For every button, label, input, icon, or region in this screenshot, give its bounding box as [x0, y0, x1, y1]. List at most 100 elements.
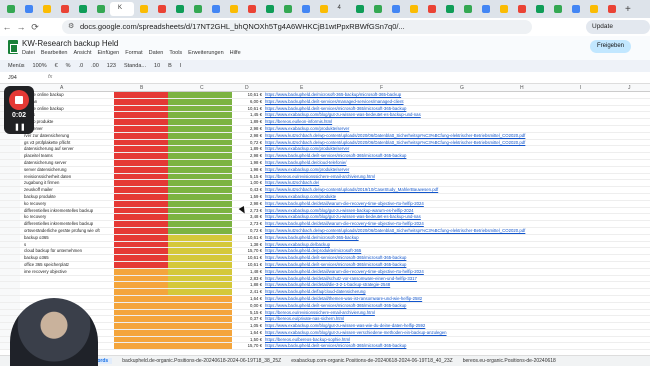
browser-tab[interactable]: [2, 2, 19, 16]
browser-tab[interactable]: [405, 2, 422, 16]
browser-tab[interactable]: [477, 2, 494, 16]
table-row[interactable]: 2,41 € https://www.backupheld.de/faq/clou…: [0, 289, 650, 296]
browser-tab[interactable]: [225, 2, 242, 16]
table-row[interactable]: rver zur datensicherung 2,98 € https://www…: [0, 132, 650, 140]
table-row[interactable]: 0,37 € https://bereos.eu/private-nas-sich…: [0, 316, 650, 324]
decimal-increase-button[interactable]: .00: [91, 63, 99, 69]
browser-tab[interactable]: K: [110, 2, 134, 16]
browser-tab[interactable]: [243, 2, 260, 16]
column-header[interactable]: I: [580, 85, 581, 91]
browser-tab[interactable]: 4: [333, 2, 350, 16]
table-row[interactable]: office 365 speicherplatz 10,61 € https://w…: [0, 261, 650, 269]
table-row[interactable]: ekt server 2,98 €https://www.exabackup.co…: [0, 125, 650, 133]
table-row[interactable]: 1,05 € https://www.exabackup.com/blog/gut…: [0, 323, 650, 330]
table-row[interactable]: ko recovery 2,98 € https://www.backupheld.…: [0, 200, 650, 208]
browser-tab[interactable]: [315, 2, 332, 16]
browser-tab[interactable]: [279, 2, 296, 16]
browser-tab[interactable]: [153, 2, 170, 16]
table-row[interactable]: s 1,38 € https://www.exabackup.de/backup: [0, 241, 650, 249]
column-header[interactable]: B: [140, 85, 143, 91]
table-row[interactable]: ortsveränderliche geräte prüfung wie oft…: [0, 227, 650, 235]
table-row[interactable]: ko recovery 3,48 € https://www.exabackup.c…: [0, 214, 650, 222]
table-row[interactable]: datensicherung server 1,98 € https://www.b…: [0, 159, 650, 167]
share-button[interactable]: Freigeben: [590, 40, 632, 53]
table-row[interactable]: backup o365 10,61 € https://www.backupheld…: [0, 255, 650, 262]
column-header[interactable]: H: [520, 85, 524, 91]
menu-item[interactable]: Datei: [22, 50, 35, 56]
browser-tab[interactable]: [189, 2, 206, 16]
menu-item[interactable]: Einfügen: [98, 50, 120, 56]
cell-reference[interactable]: J94: [8, 75, 17, 81]
table-row[interactable]: revisionssicherheit daten 5,15 € https://b…: [0, 173, 650, 181]
table-row[interactable]: nt man 6,00 €https://www.backupheld.de/it…: [0, 98, 650, 106]
table-row[interactable]: placeitel teams 2,98 € https://www.backuph…: [0, 153, 650, 160]
browser-tab[interactable]: [495, 2, 512, 16]
table-row[interactable]: hange online backup 10,61 € https://www.ba…: [0, 92, 650, 99]
italic-button[interactable]: I: [180, 63, 182, 69]
column-header[interactable]: F: [380, 85, 383, 91]
table-row[interactable]: 1,88 € https://www.backupheld.de/detail/d…: [0, 282, 650, 290]
table-row[interactable]: ackup produkte 1,89 € https://bereos.eu/le…: [0, 119, 650, 126]
currency-button[interactable]: €: [55, 63, 58, 69]
table-row[interactable]: cloud backup für unternehmen 15,70 € https…: [0, 248, 650, 256]
pause-icon[interactable]: ❚❚: [14, 123, 26, 131]
menu-item[interactable]: Hilfe: [230, 50, 241, 56]
sheets-logo-icon[interactable]: [8, 40, 18, 54]
table-row[interactable]: 0,00 € https://www.backupheld.de/it-servi…: [0, 302, 650, 310]
forward-icon[interactable]: →: [14, 22, 28, 32]
table-row[interactable]: 5,15 € https://bereos.eu/revisionssichere…: [0, 309, 650, 317]
table-row[interactable]: datensicherung auf server 1,89 € https://w…: [0, 146, 650, 154]
table-row[interactable]: 2,83 € https://www.backupheld.de/detail/s…: [0, 275, 650, 283]
menu-item[interactable]: Bearbeiten: [41, 50, 68, 56]
browser-tab[interactable]: [387, 2, 404, 16]
site-info-icon[interactable]: ⚙: [68, 20, 74, 34]
browser-tab[interactable]: [261, 2, 278, 16]
table-row[interactable]: differentielles inkrementelles backup 2,7…: [0, 221, 650, 228]
zoom-select[interactable]: 100%: [33, 63, 47, 69]
browser-tab[interactable]: [585, 2, 602, 16]
reload-icon[interactable]: ⟳: [28, 22, 42, 33]
stop-record-icon[interactable]: [9, 90, 29, 110]
column-header[interactable]: D: [245, 85, 249, 91]
table-row[interactable]: differentielles inkrementelles backup 2,7…: [0, 207, 650, 215]
percent-button[interactable]: %: [66, 63, 71, 69]
table-row[interactable]: zugabung it firmen 1,00 € https://www.kutz…: [0, 180, 650, 188]
browser-tab[interactable]: [423, 2, 440, 16]
sheet-tab[interactable]: exabackup.com-organic.Positions-de-20240…: [291, 358, 453, 364]
browser-tab[interactable]: [603, 2, 620, 16]
menu-item[interactable]: Format: [125, 50, 142, 56]
font-select[interactable]: Standa...: [124, 63, 146, 69]
menu-item[interactable]: Daten: [149, 50, 164, 56]
browser-tab[interactable]: [369, 2, 386, 16]
sheet-tab[interactable]: backupheld.de-organic.Positions-de-20240…: [122, 358, 281, 364]
browser-tab[interactable]: [441, 2, 458, 16]
doc-title[interactable]: KW-Research backup Held: [22, 39, 118, 48]
browser-tab[interactable]: [207, 2, 224, 16]
browser-tab[interactable]: [56, 2, 73, 16]
browser-tab[interactable]: [38, 2, 55, 16]
search-menu-button[interactable]: Menüs: [8, 63, 25, 69]
table-row[interactable]: backup o365 10,61 € https://www.backupheld…: [0, 234, 650, 242]
number-format-button[interactable]: 123: [107, 63, 116, 69]
table-row[interactable]: hange online backup 10,61 € https://www.ba…: [0, 105, 650, 113]
browser-tab[interactable]: [531, 2, 548, 16]
browser-tab[interactable]: [92, 2, 109, 16]
bold-button[interactable]: B: [168, 63, 172, 69]
menu-item[interactable]: Ansicht: [73, 50, 91, 56]
table-row[interactable]: server datensicherung 1,98 € https://www.e…: [0, 166, 650, 174]
menu-item[interactable]: Tools: [169, 50, 182, 56]
column-header[interactable]: J: [628, 85, 631, 91]
column-header[interactable]: A: [60, 85, 63, 91]
browser-tab[interactable]: [297, 2, 314, 16]
column-header[interactable]: G: [460, 85, 464, 91]
browser-tab[interactable]: [135, 2, 152, 16]
font-size-input[interactable]: 10: [154, 63, 160, 69]
column-header[interactable]: E: [300, 85, 303, 91]
browser-tab[interactable]: [74, 2, 91, 16]
table-row[interactable]: backup produkte 1,59 € https://www.exaback…: [0, 193, 650, 201]
browser-tab[interactable]: [171, 2, 188, 16]
browser-tab[interactable]: [567, 2, 584, 16]
new-tab-icon[interactable]: +: [625, 4, 631, 15]
table-row[interactable]: 1,64 € https://www.backupheld.de/detail/t…: [0, 295, 650, 303]
url-field[interactable]: ⚙ docs.google.com/spreadsheets/d/17NT2GHL…: [62, 20, 532, 34]
